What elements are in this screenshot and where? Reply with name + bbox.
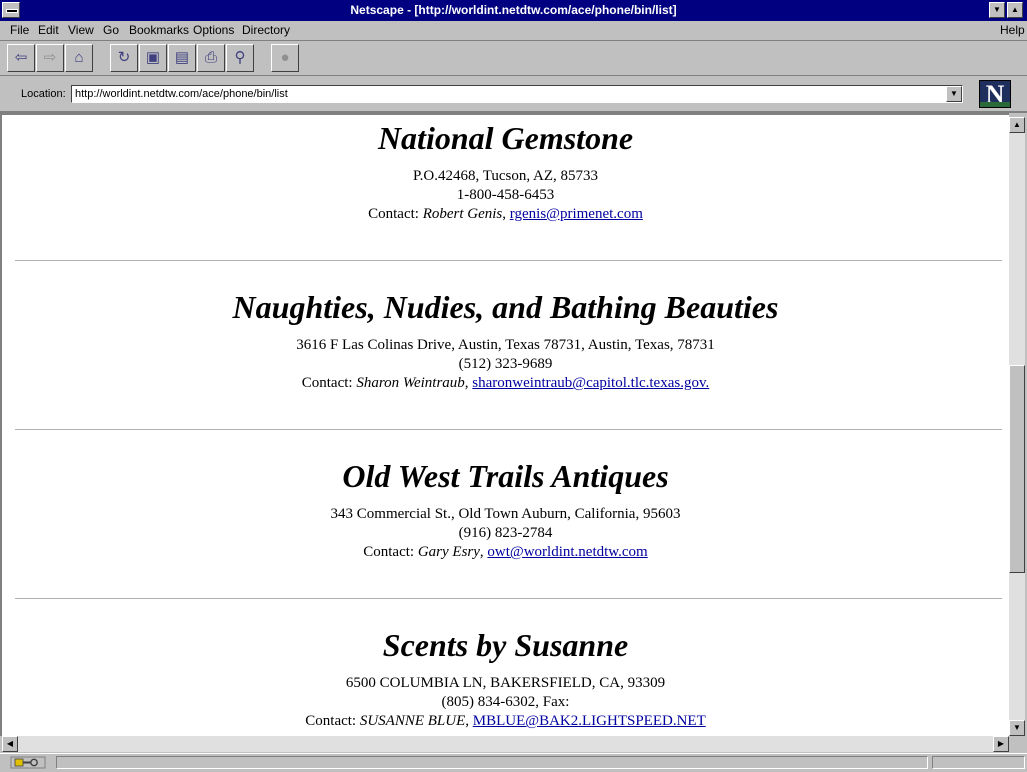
contact-email-link[interactable]: rgenis@primenet.com <box>510 206 643 222</box>
divider <box>2 598 1009 600</box>
vertical-scrollbar[interactable]: ▲ ▼ <box>1009 117 1025 736</box>
title-bar: Netscape - [http://worldint.netdtw.com/a… <box>0 0 1027 21</box>
listing-contact: Contact: Robert Genis, rgenis@primenet.c… <box>2 205 1009 224</box>
menu-help[interactable]: Help <box>1000 23 1025 37</box>
security-key-icon <box>10 756 46 769</box>
menu-file[interactable]: File <box>10 23 29 37</box>
open-icon: ▤ <box>174 49 190 66</box>
listing-phone: (916) 823-2784 <box>458 525 553 541</box>
forward-button[interactable]: ⇨ <box>36 44 64 72</box>
scroll-down-button[interactable]: ▼ <box>1009 720 1025 736</box>
menu-edit[interactable]: Edit <box>38 23 59 37</box>
logo-ground <box>980 102 1010 107</box>
listing: Scents by Susanne 6500 COLUMBIA LN, BAKE… <box>2 626 1009 731</box>
listing-address: P.O.42468, Tucson, AZ, 85733 <box>412 168 599 184</box>
contact-name: Sharon Weintraub <box>356 375 465 391</box>
listing-name: Scents by Susanne <box>382 627 629 663</box>
status-bar <box>0 753 1027 772</box>
chevron-up-icon: ▲ <box>1013 120 1021 129</box>
listing-name: Naughties, Nudies, and Bathing Beauties <box>232 289 779 325</box>
listing-contact: Contact: Sharon Weintraub, sharonweintra… <box>2 374 1009 393</box>
chevron-down-icon: ▼ <box>950 89 958 98</box>
menu-view[interactable]: View <box>68 23 94 37</box>
menu-bookmarks[interactable]: Bookmarks <box>129 23 189 37</box>
listing: National Gemstone P.O.42468, Tucson, AZ,… <box>2 119 1009 224</box>
scroll-right-button[interactable]: ▶ <box>993 736 1009 752</box>
contact-separator: , <box>502 206 510 222</box>
window-title: Netscape - [http://worldint.netdtw.com/a… <box>350 3 677 17</box>
print-button[interactable]: ⎙ <box>197 44 225 72</box>
images-button[interactable]: ▣ <box>139 44 167 72</box>
listing-contact: Contact: SUSANNE BLUE, MBLUE@BAK2.LIGHTS… <box>2 712 1009 731</box>
contact-email-link[interactable]: MBLUE@BAK2.LIGHTSPEED.NET <box>473 713 706 729</box>
location-dropdown-button[interactable]: ▼ <box>946 86 962 102</box>
status-message <box>56 756 928 769</box>
scroll-up-button[interactable]: ▲ <box>1009 117 1025 133</box>
location-label: Location: <box>21 88 66 100</box>
contact-prefix: Contact: <box>363 544 418 560</box>
listing: Naughties, Nudies, and Bathing Beauties … <box>2 288 1009 393</box>
vertical-scroll-thumb[interactable] <box>1009 365 1025 573</box>
minimize-button[interactable]: ▼ <box>989 2 1005 18</box>
reload-button[interactable]: ↻ <box>110 44 138 72</box>
listing-name: National Gemstone <box>377 120 634 156</box>
contact-prefix: Contact: <box>305 713 360 729</box>
progress-indicator <box>932 756 1025 769</box>
images-icon: ▣ <box>145 49 161 66</box>
listing: Old West Trails Antiques 343 Commercial … <box>2 457 1009 562</box>
toolbar: ⇦ ⇨ ⌂ ↻ ▣ ▤ ⎙ ⚲ ● <box>0 41 1027 76</box>
open-button[interactable]: ▤ <box>168 44 196 72</box>
stop-button[interactable]: ● <box>271 44 299 72</box>
listing-contact: Contact: Gary Esry, owt@worldint.netdtw.… <box>2 543 1009 562</box>
scrollbar-corner <box>1009 736 1025 752</box>
divider <box>2 429 1009 431</box>
menu-go[interactable]: Go <box>103 23 119 37</box>
home-icon: ⌂ <box>74 49 84 66</box>
chevron-left-icon: ◀ <box>6 739 14 748</box>
chevron-down-icon: ▼ <box>1013 723 1021 732</box>
find-button[interactable]: ⚲ <box>226 44 254 72</box>
scroll-left-button[interactable]: ◀ <box>2 736 18 752</box>
contact-email-link[interactable]: sharonweintraub@capitol.tlc.texas.gov. <box>472 375 709 391</box>
back-icon: ⇦ <box>14 49 28 66</box>
listing-address: 3616 F Las Colinas Drive, Austin, Texas … <box>296 337 715 353</box>
home-button[interactable]: ⌂ <box>65 44 93 72</box>
listing-address: 6500 COLUMBIA LN, BAKERSFIELD, CA, 93309 <box>345 675 666 691</box>
maximize-button[interactable]: ▲ <box>1007 2 1023 18</box>
listing-phone: (512) 323-9689 <box>458 356 553 372</box>
listing-name: Old West Trails Antiques <box>342 458 669 494</box>
divider <box>2 260 1009 262</box>
netscape-logo[interactable]: N <box>979 80 1011 108</box>
forward-icon: ⇨ <box>43 49 57 66</box>
menu-options[interactable]: Options <box>193 23 234 37</box>
menu-bar: File Edit View Go Bookmarks Options Dire… <box>0 21 1027 41</box>
contact-name: Robert Genis <box>422 206 503 222</box>
stop-icon: ● <box>280 49 290 66</box>
location-bar: Location: http://worldint.netdtw.com/ace… <box>0 76 1027 113</box>
contact-prefix: Contact: <box>301 375 357 391</box>
location-input[interactable]: http://worldint.netdtw.com/ace/phone/bin… <box>71 85 963 103</box>
listing-phone: (805) 834-6302, Fax: <box>441 694 570 710</box>
horizontal-scrollbar[interactable]: ◀ ▶ <box>2 736 1009 752</box>
contact-email-link[interactable]: owt@worldint.netdtw.com <box>487 544 647 560</box>
contact-separator: , <box>465 713 473 729</box>
menu-directory[interactable]: Directory <box>242 23 290 37</box>
contact-name: SUSANNE BLUE <box>359 713 466 729</box>
contact-prefix: Contact: <box>368 206 423 222</box>
listing-phone: 1-800-458-6453 <box>456 187 555 203</box>
page-content: National Gemstone P.O.42468, Tucson, AZ,… <box>0 113 1009 736</box>
listing-address: 343 Commercial St., Old Town Auburn, Cal… <box>330 506 681 522</box>
contact-name: Gary Esry <box>417 544 480 560</box>
find-icon: ⚲ <box>234 49 246 66</box>
reload-icon: ↻ <box>117 49 131 66</box>
chevron-right-icon: ▶ <box>997 739 1005 748</box>
back-button[interactable]: ⇦ <box>7 44 35 72</box>
print-icon: ⎙ <box>204 49 217 66</box>
